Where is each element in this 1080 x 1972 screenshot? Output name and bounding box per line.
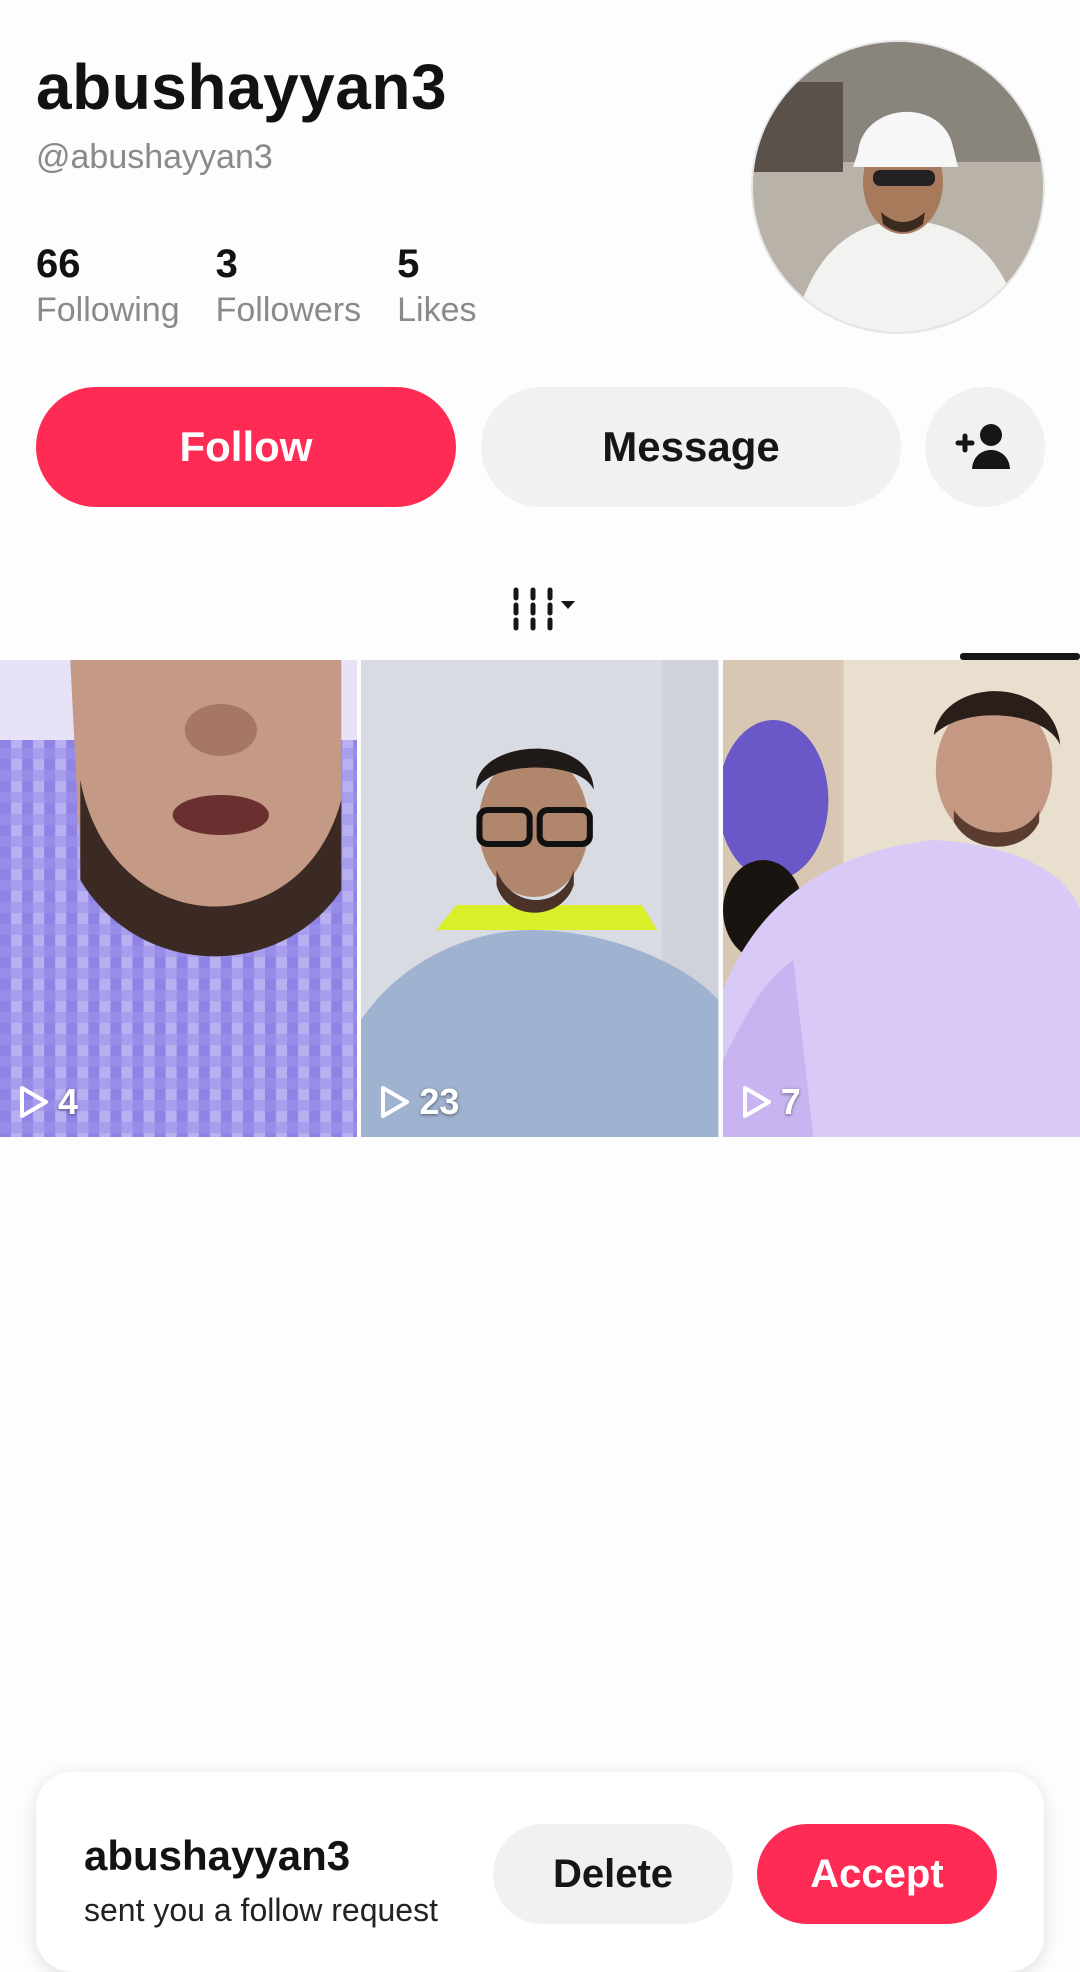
avatar[interactable] — [753, 42, 1043, 332]
tab-videos[interactable] — [480, 560, 1080, 660]
stat-likes-label: Likes — [397, 291, 477, 329]
stat-followers-label: Followers — [215, 291, 362, 329]
video-grid: 4 23 7 — [0, 660, 1080, 1137]
stat-likes[interactable]: 5 Likes — [397, 240, 476, 332]
profile-display-name: abushayyan3 — [36, 51, 448, 123]
request-message: sent you a follow request — [84, 1892, 438, 1928]
profile-stats: 66 Following 3 Followers 5 Likes — [36, 240, 512, 332]
video-thumbnail-1[interactable]: 4 — [0, 660, 358, 1137]
video-3-views: 7 — [741, 1081, 801, 1123]
chevron-down-icon — [561, 601, 575, 609]
follow-request-card: abushayyan3 sent you a follow request De… — [36, 1772, 1044, 1972]
add-person-icon — [955, 424, 1010, 469]
delete-request-button[interactable]: Delete — [493, 1824, 733, 1924]
play-icon — [742, 1086, 771, 1118]
add-friend-button[interactable] — [925, 387, 1045, 507]
follow-button[interactable]: Follow — [36, 387, 456, 507]
video-3-view-count: 7 — [780, 1081, 801, 1122]
video-thumbnail-2[interactable]: 23 — [361, 660, 719, 1137]
video-thumbnail-3[interactable]: 7 — [722, 660, 1080, 1137]
video-1-view-count: 4 — [58, 1081, 79, 1122]
play-icon — [381, 1086, 410, 1118]
stat-following-count: 66 — [36, 242, 81, 286]
video-1-views: 4 — [18, 1081, 78, 1123]
grid-icon — [513, 587, 575, 631]
stat-followers-count: 3 — [215, 242, 238, 286]
play-icon — [20, 1086, 48, 1118]
video-2-views: 23 — [379, 1081, 459, 1123]
stat-likes-count: 5 — [397, 242, 420, 286]
stat-following-label: Following — [36, 291, 180, 329]
profile-handle: @abushayyan3 — [36, 138, 273, 176]
video-2-view-count: 23 — [419, 1081, 460, 1122]
request-username: abushayyan3 — [84, 1832, 351, 1879]
stat-following[interactable]: 66 Following — [36, 240, 180, 332]
message-button[interactable]: Message — [481, 387, 901, 507]
tab-active-indicator — [960, 653, 1080, 660]
stat-followers[interactable]: 3 Followers — [216, 240, 361, 332]
content-tab-bar — [0, 560, 1080, 660]
accept-request-button[interactable]: Accept — [757, 1824, 997, 1924]
